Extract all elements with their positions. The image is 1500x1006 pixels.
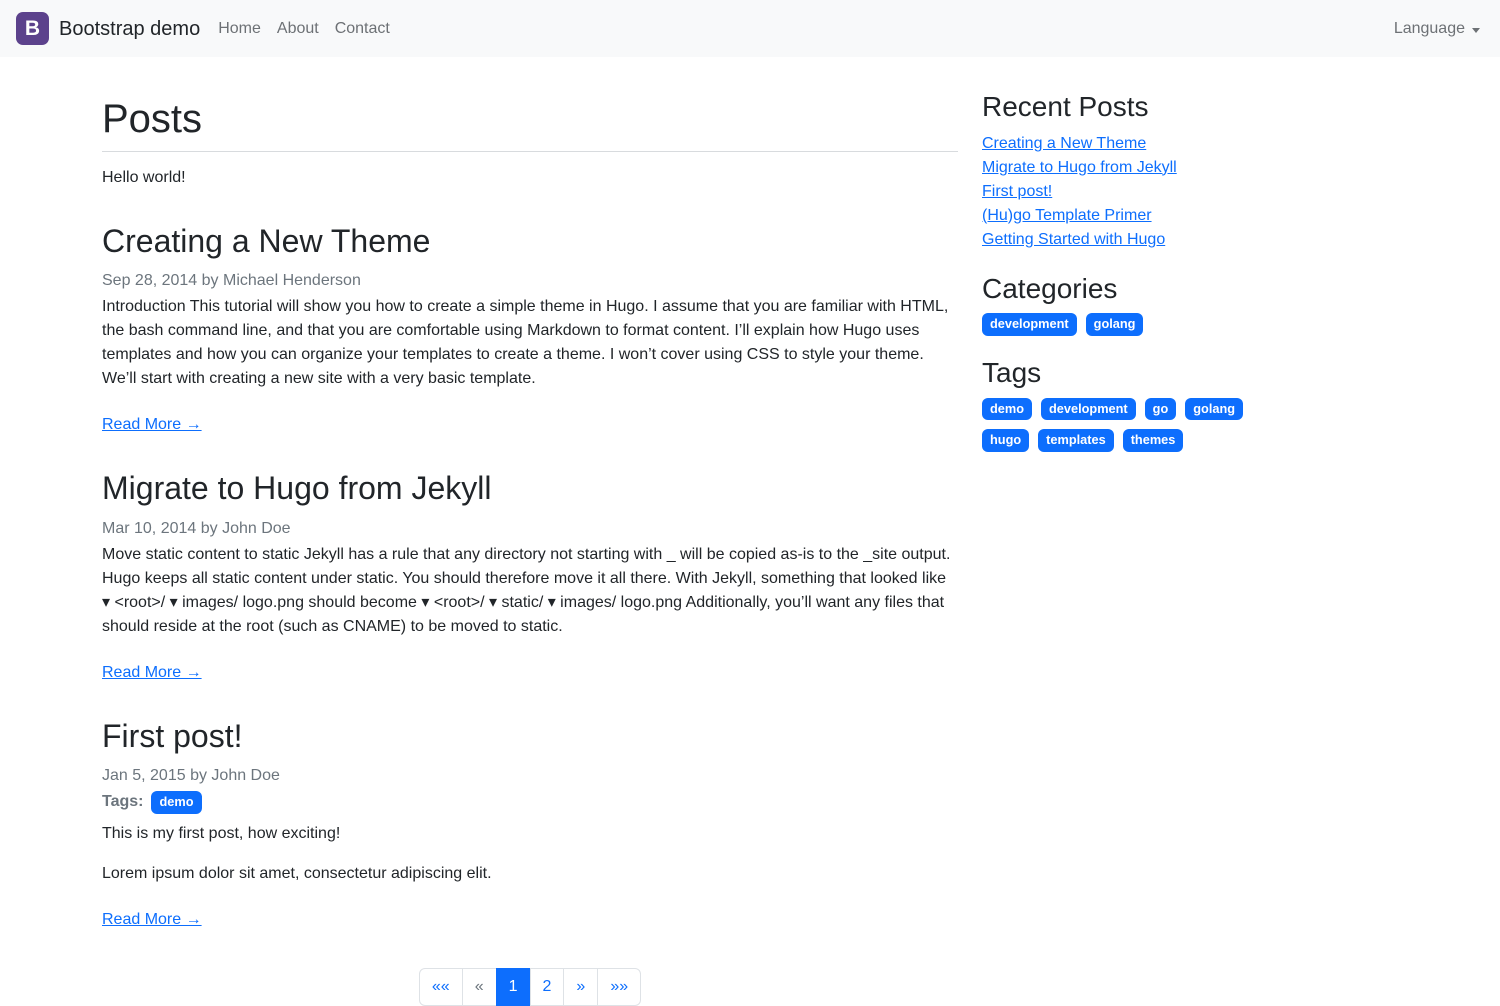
read-more-link-2[interactable]: Read More → [102,661,202,685]
tag-badge-development[interactable]: development [1041,398,1136,421]
tag-badges: demo development go golang hugo templates them… [982,398,1288,453]
page-last[interactable]: »» [597,968,641,1006]
category-badges: development golang [982,313,1288,336]
tags-section: Tags demo development go golang hugo template… [982,356,1288,452]
recent-post-link-getting-started-with-hugo[interactable]: Getting Started with Hugo [982,228,1288,252]
read-more-link-3[interactable]: Read More → [102,908,202,932]
post-excerpt: Lorem ipsum dolor sit amet, consectetur … [102,862,958,886]
page-item: » [564,968,598,1006]
tag-badge-templates[interactable]: templates [1038,429,1114,452]
sidebar: Recent Posts Creating a New ThemeMigrate… [970,57,1300,472]
nav-link-home[interactable]: Home [210,9,269,49]
language-dropdown[interactable]: Language [1394,17,1480,41]
post-excerpt: Move static content to static Jekyll has… [102,543,958,639]
caret-down-icon [1472,28,1480,33]
recent-post-link-creating-a-new-theme[interactable]: Creating a New Theme [982,132,1288,156]
page-container: Posts Hello world! Creating a New Theme S… [90,57,1410,1006]
title-divider [102,151,958,152]
page-prev: « [462,968,497,1006]
nav-link-contact[interactable]: Contact [327,9,398,49]
tags-label: Tags: [102,790,143,814]
post-excerpt: Introduction This tutorial will show you… [102,295,958,391]
post-meta: Jan 5, 2015 by John Doe [102,764,958,788]
post-title: Creating a New Theme [102,222,958,260]
post-excerpt: This is my first post, how exciting! [102,822,958,846]
intro-text: Hello world! [102,166,958,190]
page-item: »» [598,968,641,1006]
tag-badge-go[interactable]: go [1145,398,1177,421]
recent-post-link-migrate-to-hugo-from-jekyll[interactable]: Migrate to Hugo from Jekyll [982,156,1288,180]
page-item: 2 [531,968,565,1006]
brand[interactable]: B Bootstrap demo [16,12,200,45]
recent-post-link-first-post[interactable]: First post! [982,180,1288,204]
post-title: Migrate to Hugo from Jekyll [102,469,958,507]
recent-posts-list: Creating a New ThemeMigrate to Hugo from… [982,132,1288,252]
pagination: «««12»»» [102,968,958,1006]
bootstrap-logo-icon: B [16,12,49,45]
recent-post-link-hu-go-template-primer[interactable]: (Hu)go Template Primer [982,204,1288,228]
category-badge-development[interactable]: development [982,313,1077,336]
categories-section: Categories development golang [982,272,1288,336]
nav-item: About [269,9,327,49]
page-1[interactable]: 1 [496,968,531,1006]
post-title: First post! [102,717,958,755]
tag-badge-themes[interactable]: themes [1123,429,1184,452]
page-first[interactable]: «« [419,968,463,1006]
nav-item: Home [210,9,269,49]
nav-item: Contact [327,9,398,49]
navbar: B Bootstrap demo HomeAboutContact Langua… [0,0,1500,57]
page-next[interactable]: » [563,968,598,1006]
recent-posts-section: Recent Posts Creating a New ThemeMigrate… [982,90,1288,252]
categories-title: Categories [982,272,1288,306]
main-content: Posts Hello world! Creating a New Theme S… [90,57,970,1006]
post-article: First post! Jan 5, 2015 by John DoeTags: d… [102,717,958,932]
language-dropdown-label: Language [1394,17,1465,41]
page-title: Posts [102,95,958,143]
tag-badge-golang[interactable]: golang [1185,398,1243,421]
read-more-link-1[interactable]: Read More → [102,413,202,437]
post-tagline: Tags: demo [102,790,958,814]
nav-links: HomeAboutContact [210,9,398,49]
tags-title: Tags [982,356,1288,390]
tag-badge-demo[interactable]: demo [982,398,1032,421]
category-badge-golang[interactable]: golang [1086,313,1144,336]
nav-link-about[interactable]: About [269,9,327,49]
post-meta: Sep 28, 2014 by Michael Henderson [102,269,958,293]
page-item: «« [419,968,463,1006]
tag-badge-hugo[interactable]: hugo [982,429,1029,452]
post-article: Creating a New Theme Sep 28, 2014 by Mich… [102,222,958,437]
posts-list: Creating a New Theme Sep 28, 2014 by Mich… [102,222,958,932]
page-item: 1 [497,968,531,1006]
brand-label: Bootstrap demo [59,14,200,44]
post-meta: Mar 10, 2014 by John Doe [102,517,958,541]
tag-badge-demo[interactable]: demo [151,791,201,814]
page-2[interactable]: 2 [530,968,565,1006]
recent-posts-title: Recent Posts [982,90,1288,124]
page-item: « [463,968,497,1006]
post-article: Migrate to Hugo from Jekyll Mar 10, 2014 … [102,469,958,684]
